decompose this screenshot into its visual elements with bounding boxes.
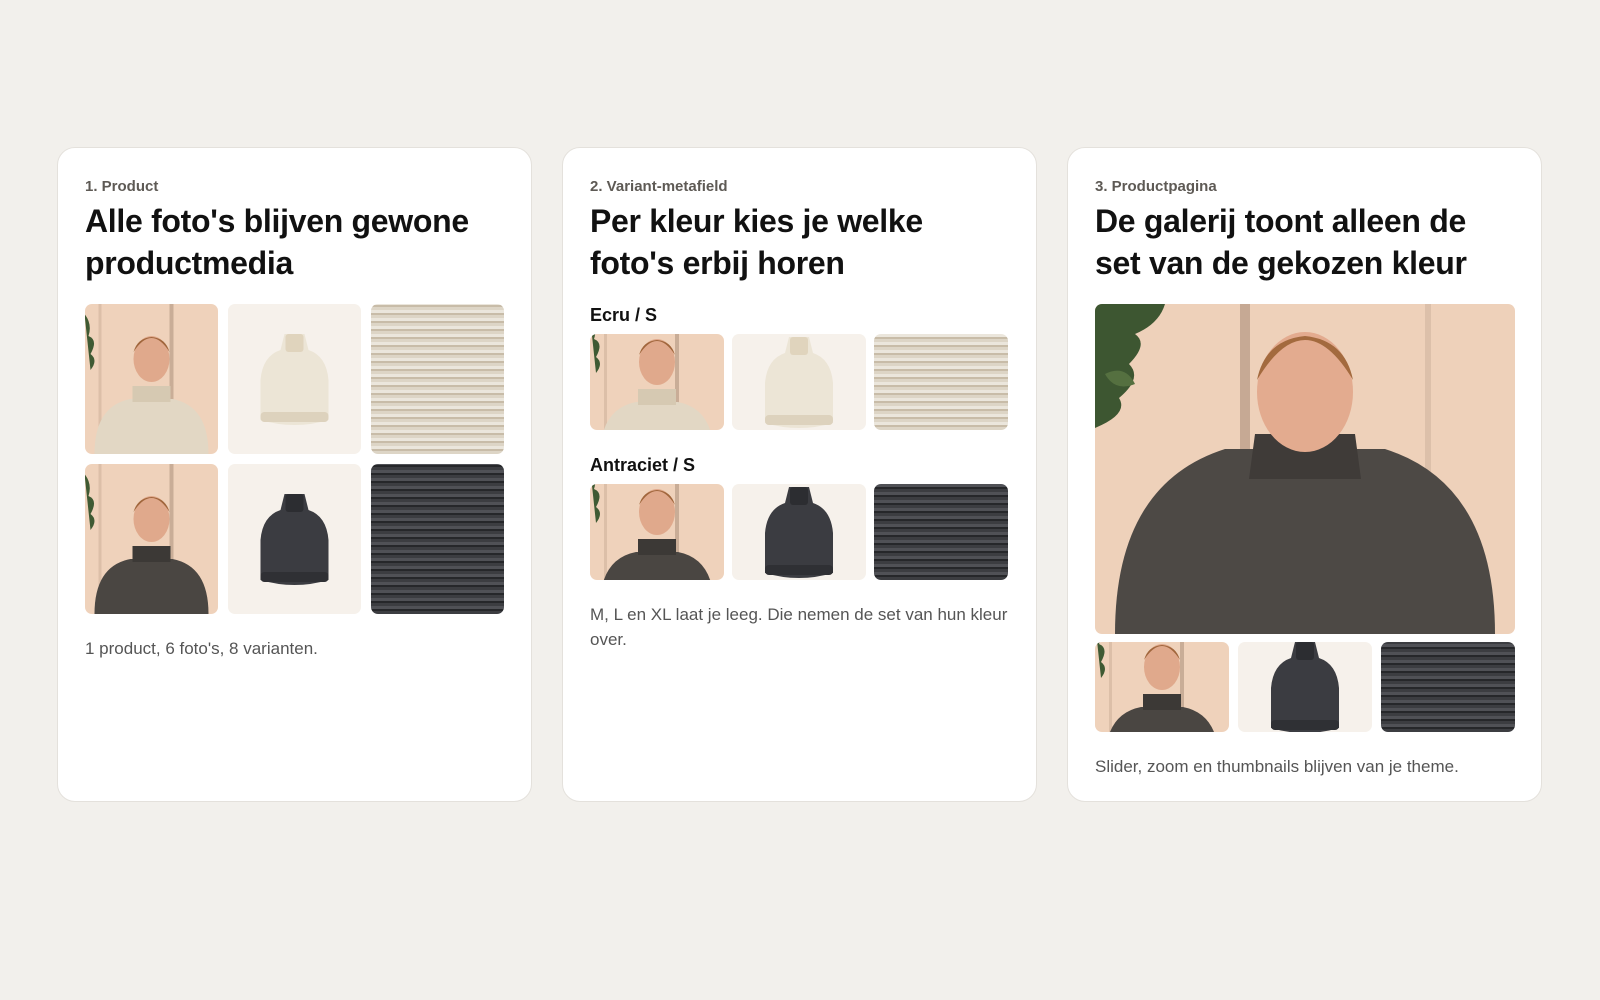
card-title: Per kleur kies je welke foto's erbij hor… [590, 203, 923, 281]
card-variant-metafield: 2. Variant-metafield Per kleur kies je w… [562, 147, 1037, 802]
antraciet-knit-detail-photo [371, 464, 504, 614]
ecru-flatlay-photo [228, 304, 361, 454]
variant-label-antraciet: Antraciet / S [590, 455, 696, 475]
gallery-thumbnail-flatlay[interactable] [1238, 642, 1372, 732]
card-productpagina: 3. Productpagina De galerij toont alleen… [1067, 147, 1542, 802]
card-title: De galerij toont alleen de set van de ge… [1095, 203, 1467, 281]
ecru-knit-detail-photo[interactable] [874, 334, 1008, 430]
variant-photo-set-ecru [590, 334, 1009, 430]
card-caption: 1 product, 6 foto's, 8 varianten. [85, 639, 318, 658]
gallery-thumbnail-knit-detail[interactable] [1381, 642, 1515, 732]
ecru-knit-detail-photo [371, 304, 504, 454]
step-label: 1. Product [85, 178, 159, 195]
antraciet-model-photo [85, 464, 218, 614]
gallery-main-image[interactable] [1095, 304, 1515, 634]
card-caption: M, L en XL laat je leeg. Die nemen de se… [590, 605, 1008, 649]
antraciet-flatlay-photo [228, 464, 361, 614]
card-caption: Slider, zoom en thumbnails blijven van j… [1095, 757, 1459, 776]
cards-row: 1. Product Alle foto's blijven gewone pr… [57, 147, 1542, 802]
gallery-thumbnail-model[interactable] [1095, 642, 1229, 732]
gallery-thumbnails [1095, 642, 1515, 732]
card-product: 1. Product Alle foto's blijven gewone pr… [57, 147, 532, 802]
ecru-flatlay-photo[interactable] [732, 334, 866, 430]
card-title: Alle foto's blijven gewone productmedia [85, 203, 469, 281]
antraciet-flatlay-photo[interactable] [732, 484, 866, 580]
antraciet-knit-detail-photo[interactable] [874, 484, 1008, 580]
ecru-model-photo[interactable] [590, 334, 724, 430]
step-label: 3. Productpagina [1095, 178, 1217, 195]
product-media-grid [85, 304, 504, 614]
variant-label-ecru: Ecru / S [590, 305, 658, 325]
antraciet-model-photo[interactable] [590, 484, 724, 580]
ecru-model-photo [85, 304, 218, 454]
step-label: 2. Variant-metafield [590, 178, 728, 195]
variant-photo-set-antraciet [590, 484, 1009, 580]
